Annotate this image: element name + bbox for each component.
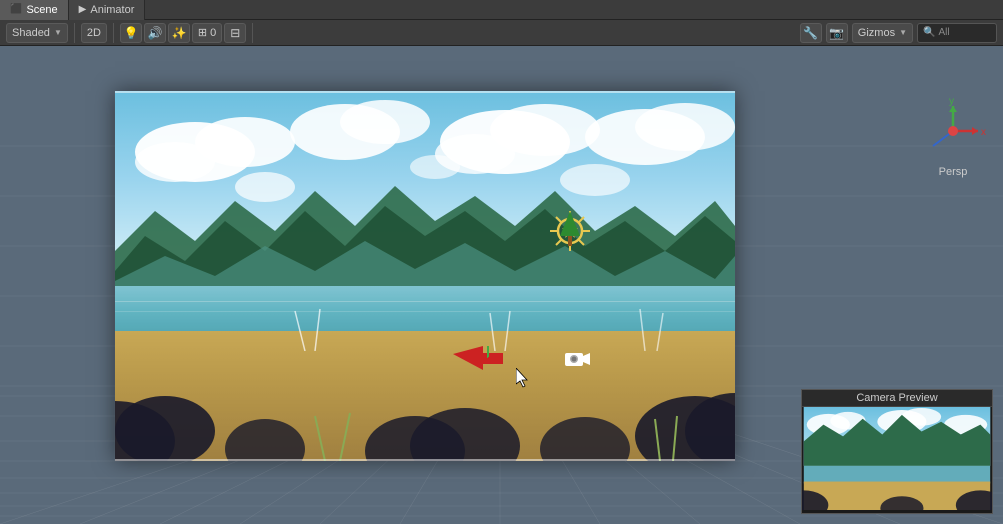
camera-preview-content — [802, 407, 992, 510]
shading-chevron: ▼ — [54, 28, 62, 37]
tab-animator[interactable]: ▶ Animator — [69, 0, 146, 20]
tools-button[interactable]: 🔧 — [800, 23, 822, 43]
scene-border-bottom — [115, 459, 735, 461]
svg-text:y: y — [949, 96, 954, 107]
search-icon: 🔍 — [923, 27, 935, 38]
gizmos-dropdown[interactable]: Gizmos ▼ — [852, 23, 913, 43]
camera-preview-scene — [802, 407, 992, 510]
tree-object — [560, 211, 580, 254]
water-bg — [115, 286, 735, 336]
search-placeholder: All — [938, 27, 949, 38]
layers-icon: ⊞ — [198, 26, 207, 39]
shading-dropdown[interactable]: Shaded ▼ — [6, 23, 68, 43]
2d-button[interactable]: 2D — [81, 23, 107, 43]
gizmo-widget[interactable]: x y — [918, 96, 988, 166]
scene-tab-label: Scene — [26, 4, 57, 16]
search-field[interactable]: 🔍 All — [917, 23, 997, 43]
audio-button[interactable]: 🔊 — [144, 23, 166, 43]
animator-tab-icon: ▶ — [79, 4, 87, 15]
svg-text:x: x — [981, 127, 986, 138]
layers-button[interactable]: ⊞ 0 — [192, 23, 222, 43]
gizmos-label: Gizmos — [858, 27, 895, 39]
gizmos-area: 🔧 📷 Gizmos ▼ 🔍 All — [800, 23, 997, 43]
flag-object — [453, 346, 503, 374]
animator-tab-label: Animator — [90, 4, 134, 16]
camera-preview: Camera Preview — [801, 389, 993, 514]
scene-tab-icon: ⬛ — [10, 4, 22, 15]
view-options-group: 💡 🔊 ✨ ⊞ 0 ⊟ — [120, 23, 253, 43]
effects-button[interactable]: ✨ — [168, 23, 190, 43]
ground-bg — [115, 331, 735, 461]
camera-button[interactable]: 📷 — [826, 23, 848, 43]
tab-bar: ⬛ Scene ▶ Animator — [0, 0, 1003, 20]
tab-scene[interactable]: ⬛ Scene — [0, 0, 69, 20]
camera-preview-title: Camera Preview — [802, 390, 992, 407]
gizmos-chevron: ▼ — [899, 28, 907, 37]
2d-label: 2D — [87, 27, 101, 39]
layout-button[interactable]: ⊟ — [224, 23, 246, 43]
scene-canvas — [115, 91, 735, 461]
scene-area: x y Persp Camera Preview — [0, 46, 1003, 524]
gizmo-overlay: x y Persp — [913, 96, 993, 196]
camera-icon-scene — [563, 349, 591, 372]
lighting-button[interactable]: 💡 — [120, 23, 142, 43]
view2d-group: 2D — [81, 23, 114, 43]
scene-border-top — [115, 91, 735, 93]
shading-group: Shaded ▼ — [6, 23, 75, 43]
sky-bg — [115, 91, 735, 313]
layers-count: 0 — [210, 27, 216, 39]
toolbar: Shaded ▼ 2D 💡 🔊 ✨ ⊞ 0 ⊟ 🔧 📷 Gizmos ▼ 🔍 A… — [0, 20, 1003, 46]
shading-label: Shaded — [12, 27, 50, 39]
persp-label: Persp — [939, 166, 968, 178]
